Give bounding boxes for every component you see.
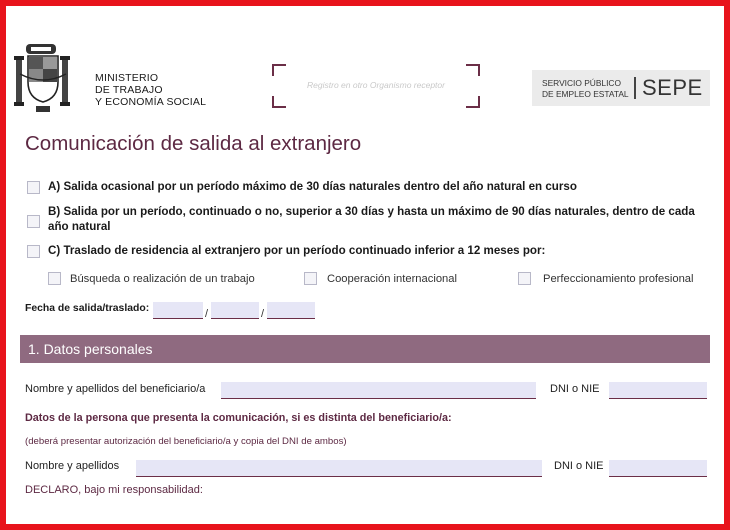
ministry-line-3: Y ECONOMÍA SOCIAL [95, 96, 207, 108]
option-b-label: B) Salida por un período, continuado o n… [48, 205, 695, 233]
registry-stamp-area: Registro en otro Organismo receptor [272, 64, 480, 108]
presenter-name-field[interactable] [136, 460, 542, 477]
sepe-divider [634, 77, 636, 99]
coat-of-arms-icon [14, 44, 70, 112]
option-c-checkbox[interactable] [27, 245, 40, 258]
option-a-checkbox[interactable] [27, 181, 40, 194]
sub-option-training-label: Perfeccionamiento profesional [543, 273, 694, 285]
option-b-checkbox[interactable] [27, 215, 40, 228]
beneficiary-name-label: Nombre y apellidos del beneficiario/a [25, 383, 206, 395]
sepe-wordmark: SEPE [642, 75, 703, 100]
sepe-logo: SERVICIO PÚBLICO DE EMPLEO ESTATAL SEPE [532, 70, 710, 106]
sub-option-training-checkbox[interactable] [518, 272, 531, 285]
sub-option-cooperation-checkbox[interactable] [304, 272, 317, 285]
sepe-subtitle-line-1: SERVICIO PÚBLICO [542, 78, 621, 88]
presenter-note: (deberá presentar autorización del benef… [25, 436, 347, 447]
section-heading: 1. Datos personales [28, 341, 153, 357]
section-header-personal-data: 1. Datos personales [20, 335, 710, 363]
date-separator-1: / [205, 308, 209, 320]
sepe-subtitle: SERVICIO PÚBLICO DE EMPLEO ESTATAL [542, 78, 629, 100]
sub-option-job-checkbox[interactable] [48, 272, 61, 285]
sepe-subtitle-line-2: DE EMPLEO ESTATAL [542, 89, 629, 99]
sub-option-job-label: Búsqueda o realización de un trabajo [70, 273, 255, 285]
presenter-heading: Datos de la persona que presenta la comu… [25, 412, 452, 424]
ministry-line-1: MINISTERIO [95, 72, 159, 84]
date-year-field[interactable] [267, 302, 315, 319]
date-separator-2: / [261, 308, 265, 320]
date-label: Fecha de salida/traslado: [25, 303, 150, 314]
sub-option-cooperation-label: Cooperación internacional [327, 273, 457, 285]
presenter-dni-label: DNI o NIE [554, 460, 604, 472]
option-a-label: A) Salida ocasional por un período máxim… [48, 180, 577, 193]
ministry-name: MINISTERIO DE TRABAJO Y ECONOMÍA SOCIAL [95, 72, 206, 108]
beneficiary-name-field[interactable] [221, 382, 536, 399]
date-day-field[interactable] [153, 302, 203, 319]
presenter-dni-field[interactable] [609, 460, 707, 477]
presenter-name-label: Nombre y apellidos [25, 460, 120, 472]
registry-placeholder: Registro en otro Organismo receptor [307, 80, 445, 90]
beneficiary-dni-field[interactable] [609, 382, 707, 399]
ministry-line-2: DE TRABAJO [95, 84, 163, 96]
page-title: Comunicación de salida al extranjero [25, 132, 362, 155]
date-month-field[interactable] [211, 302, 259, 319]
declaration-text: DECLARO, bajo mi responsabilidad: [25, 484, 203, 496]
option-c-label: C) Traslado de residencia al extranjero … [48, 244, 546, 257]
beneficiary-dni-label: DNI o NIE [550, 383, 600, 395]
